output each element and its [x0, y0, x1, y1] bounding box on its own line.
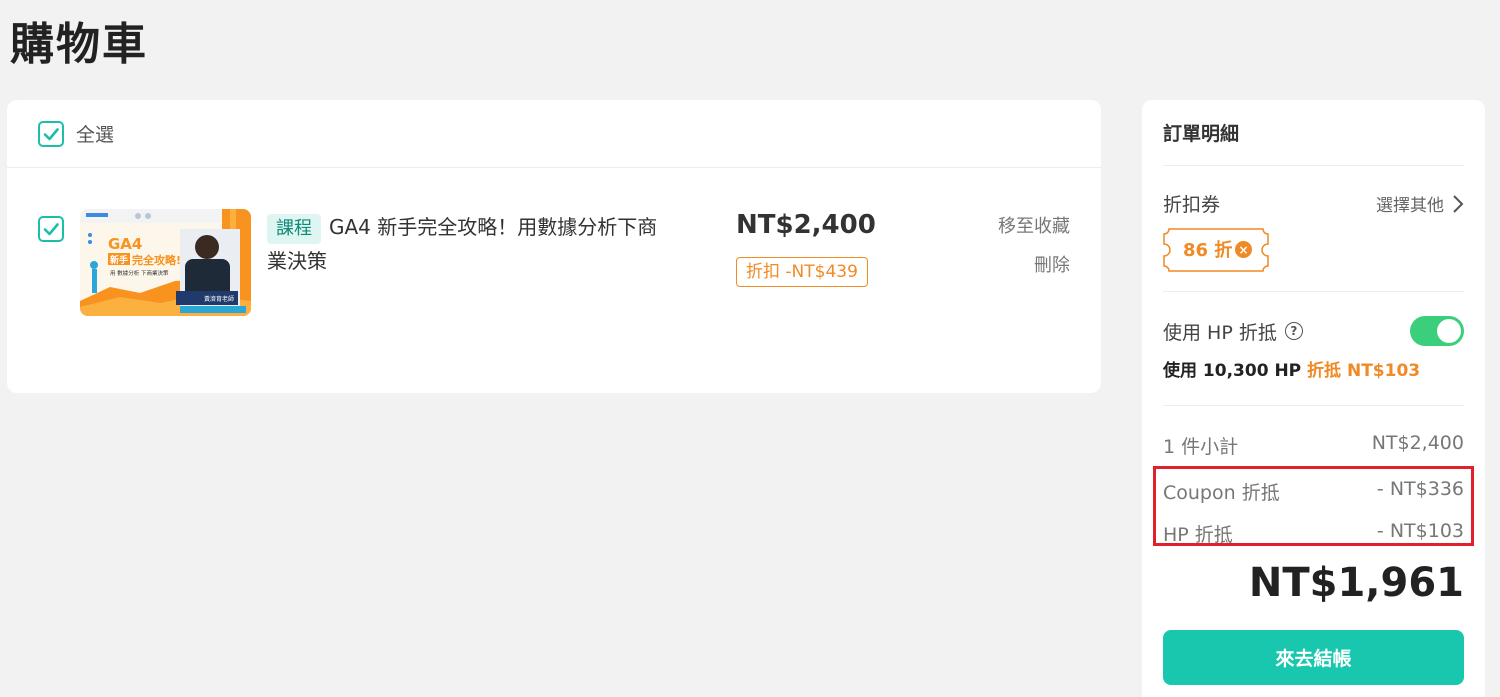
hp-discount-label: HP 折抵 — [1163, 524, 1233, 546]
grand-total: NT$1,961 — [1248, 560, 1464, 606]
hp-discount-value: - NT$103 — [1376, 520, 1464, 542]
select-all-row: 全選 — [7, 100, 1101, 168]
item-info: 課程 GA4 新手完全攻略！用數據分析下商業決策 — [267, 210, 667, 278]
remove-item-link[interactable]: 刪除 — [1034, 251, 1070, 277]
hp-usage-text: 使用 10,300 HP 折抵 NT$103 — [1163, 356, 1420, 381]
select-all-checkbox[interactable] — [38, 120, 64, 147]
thumbnail-subline: 用 數據分析 下商業決策 — [110, 269, 169, 277]
summary-title: 訂單明細 — [1163, 100, 1464, 166]
coupon-chip[interactable]: 86 折 × — [1163, 228, 1269, 272]
thumbnail-teacher: 黃濟育老師 — [204, 295, 234, 303]
check-icon — [43, 223, 59, 236]
item-price: NT$2,400 — [736, 210, 876, 240]
item-checkbox[interactable] — [38, 216, 64, 242]
thumbnail-headline-rest: 完全攻略! — [132, 253, 181, 267]
order-summary-panel: 訂單明細 折扣券 選擇其他 86 折 × 使用 HP 折抵 ? 使用 10,30… — [1142, 100, 1485, 697]
hp-discount-line: HP 折抵 - NT$103 — [1163, 520, 1464, 547]
hp-usage-prefix: 使用 10,300 HP — [1163, 361, 1302, 381]
item-discount-badge: 折扣 -NT$439 — [736, 257, 868, 287]
course-thumbnail-image: GA4 新手 完全攻略! 用 數據分析 下商業決策 黃濟育老師 — [80, 209, 251, 316]
thumbnail-badge: 新手 — [110, 254, 128, 266]
coupon-discount-label: Coupon 折抵 — [1163, 482, 1280, 504]
move-to-favorites-link[interactable]: 移至收藏 — [998, 212, 1070, 238]
help-icon[interactable]: ? — [1284, 322, 1303, 340]
hp-label: 使用 HP 折抵 — [1163, 321, 1277, 344]
coupon-value: 86 折 — [1183, 240, 1233, 261]
toggle-knob — [1437, 319, 1461, 343]
check-icon — [43, 127, 59, 140]
hp-toggle[interactable] — [1410, 316, 1464, 346]
choose-other-label: 選擇其他 — [1376, 196, 1444, 216]
cart-item: GA4 新手 完全攻略! 用 數據分析 下商業決策 黃濟育老師 課程 GA4 新手… — [7, 168, 1101, 392]
checkout-button[interactable]: 來去結帳 — [1163, 630, 1464, 685]
hp-section: 使用 HP 折抵 ? 使用 10,300 HP 折抵 NT$103 — [1163, 292, 1464, 406]
coupon-discount-line: Coupon 折抵 - NT$336 — [1163, 478, 1464, 505]
subtotal-value: NT$2,400 — [1371, 432, 1464, 454]
select-all-label: 全選 — [76, 124, 115, 146]
page-title: 購物車 — [10, 19, 148, 70]
coupon-label: 折扣券 — [1163, 194, 1221, 216]
thumbnail-headline: GA4 — [108, 235, 142, 253]
hp-usage-accent: 折抵 NT$103 — [1307, 361, 1421, 381]
cart-panel: 全選 GA4 新手 完全攻略! 用 數據分析 下商業決策 黃濟育老師 課程 GA… — [7, 100, 1101, 393]
subtotal-line: 1 件小計 NT$2,400 — [1163, 432, 1464, 459]
coupon-section: 折扣券 選擇其他 86 折 × — [1163, 166, 1464, 292]
subtotal-label: 1 件小計 — [1163, 436, 1239, 458]
remove-coupon-icon[interactable]: × — [1235, 241, 1252, 258]
course-title[interactable]: GA4 新手完全攻略！用數據分析下商業決策 — [267, 215, 657, 273]
course-tag: 課程 — [267, 214, 321, 244]
choose-other-coupon-link[interactable]: 選擇其他 — [1376, 191, 1464, 216]
course-thumbnail[interactable]: GA4 新手 完全攻略! 用 數據分析 下商業決策 黃濟育老師 — [80, 209, 251, 316]
coupon-discount-value: - NT$336 — [1376, 478, 1464, 500]
chevron-right-icon — [1453, 194, 1464, 213]
